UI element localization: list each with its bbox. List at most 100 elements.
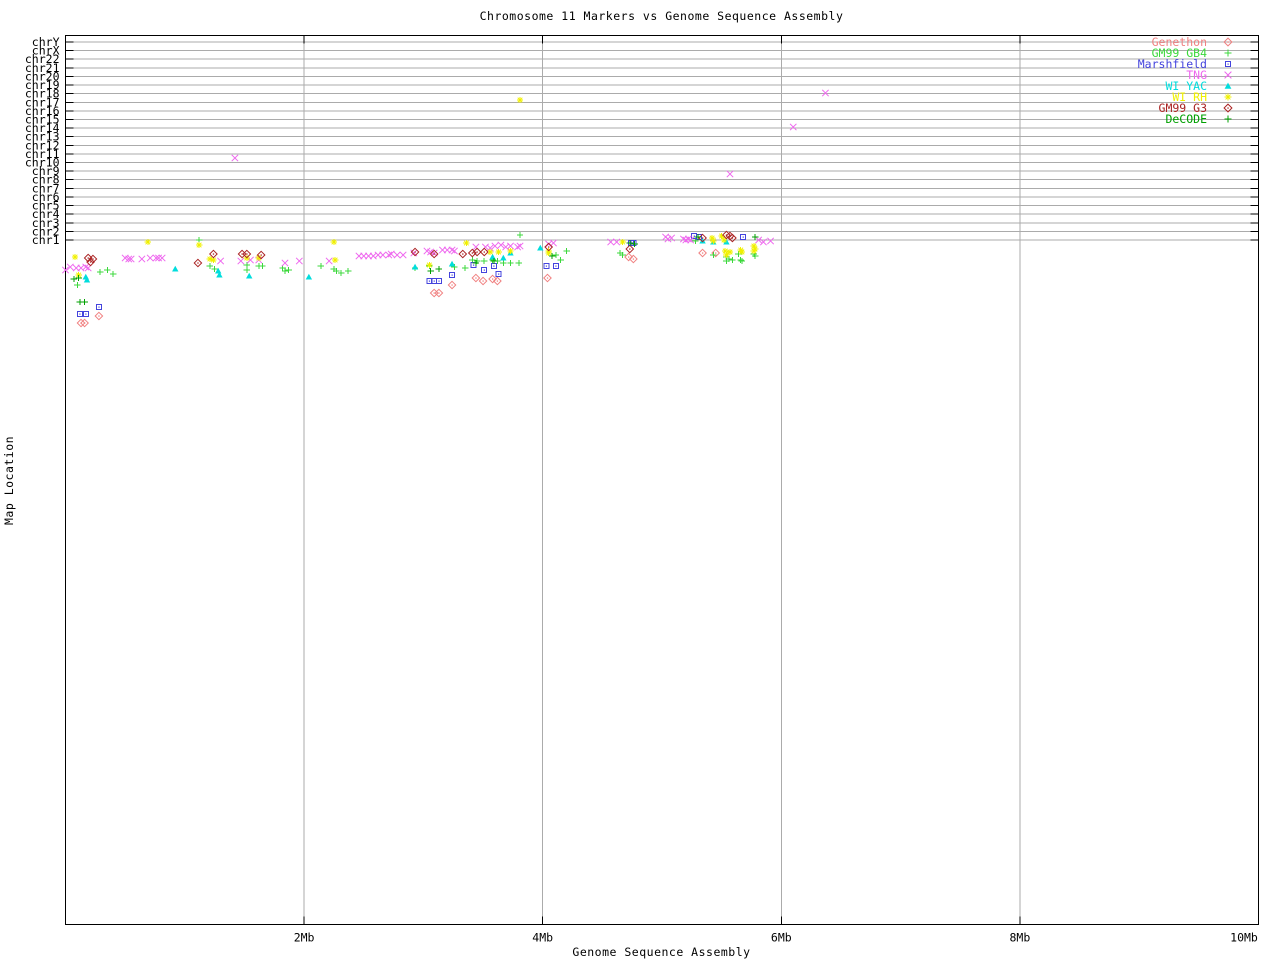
marker bbox=[196, 242, 202, 248]
marker bbox=[259, 263, 265, 269]
legend-label: DeCODE bbox=[1165, 112, 1207, 126]
marker bbox=[822, 90, 828, 96]
marker bbox=[81, 299, 87, 305]
marker bbox=[159, 255, 165, 261]
marker bbox=[500, 255, 506, 261]
marker bbox=[563, 248, 569, 254]
marker bbox=[463, 240, 469, 246]
legend-marker-icon bbox=[1225, 116, 1232, 123]
marker bbox=[72, 254, 78, 260]
marker bbox=[619, 239, 625, 245]
legend: GenethonGM99 GB4MarshfieldTNGWI YACWI RH… bbox=[1138, 35, 1232, 126]
marker bbox=[507, 248, 513, 254]
marker bbox=[767, 238, 773, 244]
marker bbox=[386, 252, 392, 258]
marker bbox=[727, 171, 733, 177]
marker bbox=[96, 305, 101, 310]
marker bbox=[246, 273, 252, 279]
marker bbox=[331, 239, 337, 245]
marker bbox=[74, 282, 80, 288]
marker bbox=[97, 269, 103, 275]
marker bbox=[729, 257, 735, 263]
marker bbox=[496, 272, 501, 277]
marker bbox=[232, 155, 238, 161]
marker bbox=[432, 279, 437, 284]
marker bbox=[481, 258, 487, 264]
marker bbox=[296, 258, 302, 264]
marker bbox=[370, 253, 376, 259]
marker bbox=[95, 312, 102, 319]
marker bbox=[739, 249, 745, 255]
marker bbox=[147, 255, 153, 261]
marker bbox=[516, 260, 522, 266]
legend-marker-icon bbox=[1225, 83, 1232, 89]
legend-marker-icon bbox=[1226, 62, 1231, 67]
marker bbox=[752, 246, 758, 252]
marker bbox=[436, 279, 441, 284]
marker bbox=[104, 267, 110, 273]
marker bbox=[426, 262, 432, 268]
marker bbox=[285, 267, 291, 273]
marker bbox=[449, 247, 455, 253]
marker bbox=[790, 124, 796, 130]
marker bbox=[83, 312, 88, 317]
marker bbox=[491, 264, 496, 269]
marker bbox=[451, 248, 457, 254]
marker bbox=[139, 256, 145, 262]
marker bbox=[685, 236, 691, 242]
chart-title: Chromosome 11 Markers vs Genome Sequence… bbox=[65, 9, 1258, 23]
marker bbox=[435, 289, 442, 296]
series-marshfield bbox=[77, 234, 745, 317]
marker bbox=[553, 264, 558, 269]
marker bbox=[110, 271, 116, 277]
marker bbox=[427, 279, 432, 284]
marker bbox=[172, 266, 178, 272]
marker bbox=[430, 289, 437, 296]
marker bbox=[412, 264, 418, 270]
marker bbox=[482, 268, 487, 273]
x-tick-label: 6Mb bbox=[771, 931, 792, 945]
marker bbox=[83, 264, 89, 270]
marker bbox=[517, 97, 523, 103]
marker bbox=[481, 248, 488, 255]
x-axis-title: Genome Sequence Assembly bbox=[65, 945, 1258, 959]
marker bbox=[238, 250, 245, 257]
marker bbox=[400, 252, 406, 258]
marker bbox=[450, 273, 455, 278]
series-tng bbox=[62, 90, 828, 273]
marker bbox=[436, 266, 442, 272]
marker bbox=[380, 252, 386, 258]
marker bbox=[145, 239, 151, 245]
y-axis-title: Map Location bbox=[2, 430, 16, 530]
marker bbox=[544, 274, 551, 281]
legend-marker-icon bbox=[1225, 94, 1232, 101]
marker bbox=[318, 263, 324, 269]
marker bbox=[282, 260, 288, 266]
y-tick-label: chr1 bbox=[32, 233, 60, 247]
chart-svg: chrYchrXchr22chr21chr20chr19chr18chr17ch… bbox=[0, 0, 1280, 960]
marker bbox=[194, 259, 201, 266]
data-points bbox=[62, 90, 828, 327]
marker bbox=[738, 257, 744, 263]
marker bbox=[479, 277, 486, 284]
marker bbox=[448, 281, 455, 288]
marker bbox=[514, 244, 520, 250]
marker bbox=[459, 250, 466, 257]
marker bbox=[544, 264, 549, 269]
marker bbox=[699, 249, 706, 256]
marker bbox=[721, 237, 727, 243]
marker bbox=[741, 235, 746, 240]
x-tick-label: 10Mb bbox=[1230, 931, 1258, 945]
marker bbox=[626, 245, 633, 252]
series-gm99-g3 bbox=[84, 231, 736, 266]
marker bbox=[388, 251, 394, 257]
gridlines bbox=[66, 36, 1259, 925]
marker bbox=[462, 265, 468, 271]
legend-marker-icon bbox=[1225, 72, 1232, 79]
marker bbox=[78, 265, 84, 271]
series-genethon bbox=[77, 249, 719, 326]
marker bbox=[77, 312, 82, 317]
marker bbox=[507, 260, 513, 266]
marker bbox=[75, 275, 81, 281]
marker bbox=[244, 267, 250, 273]
